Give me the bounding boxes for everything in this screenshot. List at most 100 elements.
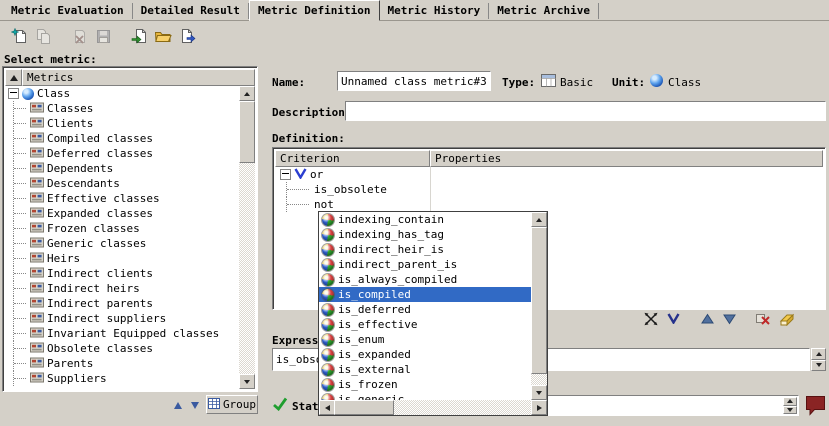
export-metrics-button[interactable] <box>176 25 198 47</box>
new-metric-button[interactable] <box>8 25 30 47</box>
criterion-row-or[interactable]: or <box>275 167 823 182</box>
collapse-icon[interactable] <box>280 169 291 180</box>
tab-metric-evaluation[interactable]: Metric Evaluation <box>3 3 133 19</box>
scroll-up-button[interactable] <box>239 86 255 101</box>
description-input[interactable] <box>346 102 825 120</box>
tree-item-expanded-classes[interactable]: Expanded classes <box>5 206 239 221</box>
dropdown-vertical-scrollbar[interactable] <box>531 212 547 400</box>
criterion-option-indirect-heir-is[interactable]: indirect_heir_is <box>319 242 531 257</box>
criterion-option-is-expanded[interactable]: is_expanded <box>319 347 531 362</box>
tab-detailed-result[interactable]: Detailed Result <box>133 3 249 19</box>
criterion-option-is-compiled[interactable]: is_compiled <box>319 287 531 302</box>
tree-item-indirect-suppliers[interactable]: Indirect suppliers <box>5 311 239 326</box>
criterion-option-is-frozen[interactable]: is_frozen <box>319 377 531 392</box>
comment-bubble-icon[interactable] <box>804 394 827 419</box>
tree-item-indirect-clients[interactable]: Indirect clients <box>5 266 239 281</box>
criterion-icon <box>322 334 334 346</box>
scroll-thumb[interactable] <box>334 400 394 415</box>
tree-item-label: Obsolete classes <box>47 342 153 355</box>
metric-tree-scrollbar[interactable] <box>239 86 255 389</box>
tree-item-indirect-parents[interactable]: Indirect parents <box>5 296 239 311</box>
tree-item-obsolete-classes[interactable]: Obsolete classes <box>5 341 239 356</box>
swap-criteria-button[interactable] <box>640 311 662 329</box>
tree-item-compiled-classes[interactable]: Compiled classes <box>5 131 239 146</box>
import-metrics-button[interactable] <box>128 25 150 47</box>
scroll-left-button[interactable] <box>319 400 335 415</box>
tree-item-parents[interactable]: Parents <box>5 356 239 371</box>
open-metric-file-button[interactable] <box>152 25 174 47</box>
or-operator-toggle-button[interactable] <box>662 311 684 329</box>
description-field-wrap <box>345 101 826 121</box>
criterion-option-is-external[interactable]: is_external <box>319 362 531 377</box>
tree-item-generic-classes[interactable]: Generic classes <box>5 236 239 251</box>
tree-item-heirs[interactable]: Heirs <box>5 251 239 266</box>
move-metric-down-button[interactable] <box>187 398 203 413</box>
tree-item-label: Invariant Equipped classes <box>47 327 219 340</box>
spinner-down-button[interactable] <box>811 360 826 372</box>
criterion-column-header[interactable]: Criterion <box>275 150 430 167</box>
tree-item-clients[interactable]: Clients <box>5 116 239 131</box>
metrics-column-header[interactable]: Metrics <box>22 69 255 86</box>
tree-connector <box>13 221 27 236</box>
move-criterion-up-button[interactable] <box>696 311 718 329</box>
criterion-option-indexing-contain[interactable]: indexing_contain <box>319 212 531 227</box>
criterion-list: indexing_containindexing_has_tagindirect… <box>319 212 531 400</box>
scroll-down-button[interactable] <box>531 385 547 400</box>
erase-criteria-button[interactable] <box>774 311 796 329</box>
scroll-thumb[interactable] <box>239 101 255 163</box>
scroll-thumb[interactable] <box>531 227 547 374</box>
definition-toolbar <box>640 311 796 329</box>
sort-ascending-button[interactable] <box>5 69 22 86</box>
spinner-up-button[interactable] <box>783 397 797 406</box>
metric-icon <box>30 207 44 221</box>
tab-metric-definition[interactable]: Metric Definition <box>249 0 380 21</box>
tree-item-frozen-classes[interactable]: Frozen classes <box>5 221 239 236</box>
criterion-option-is-effective[interactable]: is_effective <box>319 317 531 332</box>
dropdown-horizontal-scrollbar[interactable] <box>319 400 547 415</box>
tree-item-indirect-heirs[interactable]: Indirect heirs <box>5 281 239 296</box>
criterion-row-not[interactable]: not <box>275 197 823 212</box>
move-criterion-down-button[interactable] <box>718 311 740 329</box>
delete-metric-button[interactable] <box>68 25 90 47</box>
criterion-option-indexing-has-tag[interactable]: indexing_has_tag <box>319 227 531 242</box>
copy-metric-button[interactable] <box>32 25 54 47</box>
tree-item-suppliers[interactable]: Suppliers <box>5 371 239 386</box>
select-metric-label: Select metric: <box>4 53 97 66</box>
tree-item-invariant-equipped-classes[interactable]: Invariant Equipped classes <box>5 326 239 341</box>
spinner-down-button[interactable] <box>783 406 797 415</box>
tab-metric-history[interactable]: Metric History <box>380 3 490 19</box>
tree-item-classes[interactable]: Classes <box>5 101 239 116</box>
criterion-option-indirect-parent-is[interactable]: indirect_parent_is <box>319 257 531 272</box>
criterion-option-label: is_deferred <box>338 303 411 316</box>
metric-icon <box>30 117 44 131</box>
scroll-down-button[interactable] <box>239 374 255 389</box>
tree-item-class[interactable]: Class <box>5 86 239 101</box>
scroll-up-button[interactable] <box>531 212 547 227</box>
tree-item-effective-classes[interactable]: Effective classes <box>5 191 239 206</box>
arrow-down-icon <box>787 408 793 412</box>
tree-item-deferred-classes[interactable]: Deferred classes <box>5 146 239 161</box>
metric-icon <box>30 312 44 326</box>
collapse-icon[interactable] <box>8 88 19 99</box>
tree-connector <box>13 296 27 311</box>
criterion-row-is-obsolete[interactable]: is_obsolete <box>275 182 823 197</box>
properties-column-header[interactable]: Properties <box>430 150 823 167</box>
criterion-option-is-deferred[interactable]: is_deferred <box>319 302 531 317</box>
criterion-option-is-always-compiled[interactable]: is_always_compiled <box>319 272 531 287</box>
criterion-option-is-enum[interactable]: is_enum <box>319 332 531 347</box>
scroll-right-button[interactable] <box>531 400 547 415</box>
save-metric-button[interactable] <box>92 25 114 47</box>
status-field-spinner <box>783 397 797 414</box>
tree-item-dependents[interactable]: Dependents <box>5 161 239 176</box>
tree-item-descendants[interactable]: Descendants <box>5 176 239 191</box>
tab-metric-archive[interactable]: Metric Archive <box>489 3 599 19</box>
criterion-option-is-generic[interactable]: is_generic <box>319 392 531 400</box>
save-metric-icon <box>95 28 112 45</box>
tree-connector <box>13 176 27 191</box>
criterion-icon <box>322 364 334 376</box>
name-input[interactable] <box>338 72 490 90</box>
move-metric-up-button[interactable] <box>170 398 186 413</box>
group-button[interactable]: Group <box>206 395 258 414</box>
delete-criterion-button[interactable] <box>752 311 774 329</box>
spinner-up-button[interactable] <box>811 348 826 360</box>
